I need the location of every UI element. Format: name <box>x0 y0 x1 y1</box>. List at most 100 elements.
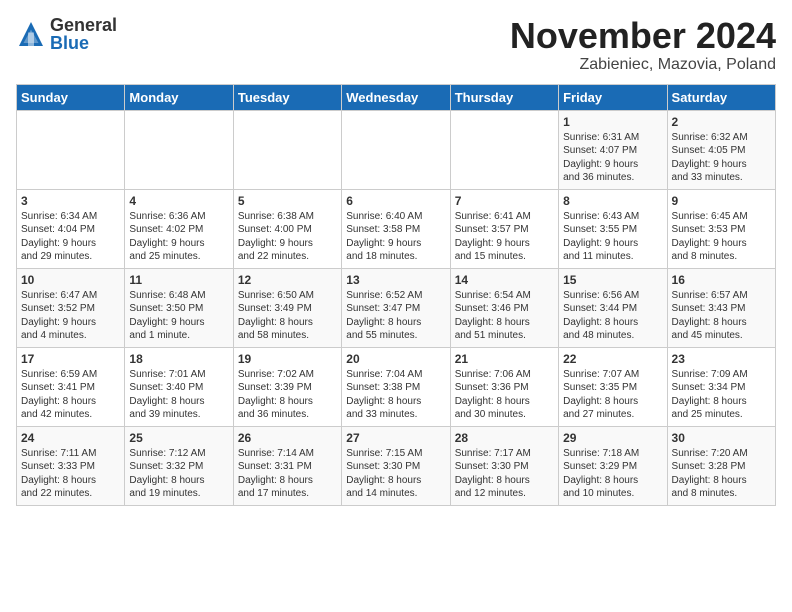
day-cell <box>342 110 450 189</box>
day-cell <box>450 110 558 189</box>
day-info: Sunrise: 7:12 AM Sunset: 3:32 PM Dayligh… <box>129 447 228 501</box>
day-number: 23 <box>672 352 771 366</box>
day-number: 13 <box>346 273 445 287</box>
day-info: Sunrise: 6:50 AM Sunset: 3:49 PM Dayligh… <box>238 289 337 343</box>
day-number: 4 <box>129 194 228 208</box>
weekday-header-thursday: Thursday <box>450 84 558 110</box>
day-info: Sunrise: 7:01 AM Sunset: 3:40 PM Dayligh… <box>129 368 228 422</box>
day-number: 11 <box>129 273 228 287</box>
week-row-2: 10 Sunrise: 6:47 AM Sunset: 3:52 PM Dayli… <box>17 268 776 347</box>
day-cell <box>233 110 341 189</box>
day-info: Sunrise: 6:57 AM Sunset: 3:43 PM Dayligh… <box>672 289 771 343</box>
day-cell: 8 Sunrise: 6:43 AM Sunset: 3:55 PM Daylig… <box>559 189 667 268</box>
day-number: 20 <box>346 352 445 366</box>
day-cell: 12 Sunrise: 6:50 AM Sunset: 3:49 PM Dayli… <box>233 268 341 347</box>
week-row-1: 3 Sunrise: 6:34 AM Sunset: 4:04 PM Daylig… <box>17 189 776 268</box>
week-row-0: 1 Sunrise: 6:31 AM Sunset: 4:07 PM Daylig… <box>17 110 776 189</box>
weekday-header-sunday: Sunday <box>17 84 125 110</box>
day-number: 19 <box>238 352 337 366</box>
day-info: Sunrise: 6:34 AM Sunset: 4:04 PM Dayligh… <box>21 210 120 264</box>
logo-general-text: General <box>50 16 117 34</box>
day-cell: 26Sunrise: 7:14 AM Sunset: 3:31 PM Dayli… <box>233 426 341 505</box>
day-info: Sunrise: 7:11 AM Sunset: 3:33 PM Dayligh… <box>21 447 120 501</box>
day-cell <box>125 110 233 189</box>
day-info: Sunrise: 7:18 AM Sunset: 3:29 PM Dayligh… <box>563 447 662 501</box>
day-number: 2 <box>672 115 771 129</box>
day-info: Sunrise: 6:43 AM Sunset: 3:55 PM Dayligh… <box>563 210 662 264</box>
day-cell <box>17 110 125 189</box>
day-number: 22 <box>563 352 662 366</box>
weekday-header-monday: Monday <box>125 84 233 110</box>
page: General Blue November 2024 Zabieniec, Ma… <box>0 0 792 514</box>
day-info: Sunrise: 7:20 AM Sunset: 3:28 PM Dayligh… <box>672 447 771 501</box>
day-info: Sunrise: 7:09 AM Sunset: 3:34 PM Dayligh… <box>672 368 771 422</box>
day-number: 17 <box>21 352 120 366</box>
weekday-header-wednesday: Wednesday <box>342 84 450 110</box>
calendar-table: SundayMondayTuesdayWednesdayThursdayFrid… <box>16 84 776 506</box>
day-number: 28 <box>455 431 554 445</box>
logo-blue-text: Blue <box>50 34 117 52</box>
day-cell: 24 Sunrise: 7:11 AM Sunset: 3:33 PM Dayli… <box>17 426 125 505</box>
day-cell: 10 Sunrise: 6:47 AM Sunset: 3:52 PM Dayli… <box>17 268 125 347</box>
day-number: 12 <box>238 273 337 287</box>
day-number: 1 <box>563 115 662 129</box>
day-info: Sunrise: 6:54 AM Sunset: 3:46 PM Dayligh… <box>455 289 554 343</box>
header: General Blue November 2024 Zabieniec, Ma… <box>16 16 776 74</box>
day-cell: 28 Sunrise: 7:17 AM Sunset: 3:30 PM Dayli… <box>450 426 558 505</box>
day-number: 15 <box>563 273 662 287</box>
day-cell: 14 Sunrise: 6:54 AM Sunset: 3:46 PM Dayli… <box>450 268 558 347</box>
day-info: Sunrise: 6:36 AM Sunset: 4:02 PM Dayligh… <box>129 210 228 264</box>
day-cell: 18Sunrise: 7:01 AM Sunset: 3:40 PM Dayli… <box>125 347 233 426</box>
day-cell: 2Sunrise: 6:32 AM Sunset: 4:05 PM Daylig… <box>667 110 775 189</box>
day-info: Sunrise: 6:38 AM Sunset: 4:00 PM Dayligh… <box>238 210 337 264</box>
logo-icon <box>16 19 46 49</box>
day-number: 24 <box>21 431 120 445</box>
day-info: Sunrise: 6:56 AM Sunset: 3:44 PM Dayligh… <box>563 289 662 343</box>
day-cell: 29Sunrise: 7:18 AM Sunset: 3:29 PM Dayli… <box>559 426 667 505</box>
weekday-header-friday: Friday <box>559 84 667 110</box>
day-info: Sunrise: 7:07 AM Sunset: 3:35 PM Dayligh… <box>563 368 662 422</box>
day-cell: 22 Sunrise: 7:07 AM Sunset: 3:35 PM Dayli… <box>559 347 667 426</box>
day-info: Sunrise: 7:04 AM Sunset: 3:38 PM Dayligh… <box>346 368 445 422</box>
day-number: 8 <box>563 194 662 208</box>
day-cell: 4 Sunrise: 6:36 AM Sunset: 4:02 PM Daylig… <box>125 189 233 268</box>
day-cell: 3 Sunrise: 6:34 AM Sunset: 4:04 PM Daylig… <box>17 189 125 268</box>
day-cell: 17 Sunrise: 6:59 AM Sunset: 3:41 PM Dayli… <box>17 347 125 426</box>
day-number: 10 <box>21 273 120 287</box>
day-number: 3 <box>21 194 120 208</box>
day-cell: 30Sunrise: 7:20 AM Sunset: 3:28 PM Dayli… <box>667 426 775 505</box>
day-number: 6 <box>346 194 445 208</box>
day-info: Sunrise: 6:45 AM Sunset: 3:53 PM Dayligh… <box>672 210 771 264</box>
month-title: November 2024 <box>510 16 776 56</box>
day-info: Sunrise: 7:17 AM Sunset: 3:30 PM Dayligh… <box>455 447 554 501</box>
day-cell: 20 Sunrise: 7:04 AM Sunset: 3:38 PM Dayli… <box>342 347 450 426</box>
week-row-3: 17 Sunrise: 6:59 AM Sunset: 3:41 PM Dayli… <box>17 347 776 426</box>
day-info: Sunrise: 7:06 AM Sunset: 3:36 PM Dayligh… <box>455 368 554 422</box>
day-info: Sunrise: 6:41 AM Sunset: 3:57 PM Dayligh… <box>455 210 554 264</box>
day-number: 5 <box>238 194 337 208</box>
day-cell: 7 Sunrise: 6:41 AM Sunset: 3:57 PM Daylig… <box>450 189 558 268</box>
day-number: 9 <box>672 194 771 208</box>
day-info: Sunrise: 6:47 AM Sunset: 3:52 PM Dayligh… <box>21 289 120 343</box>
logo: General Blue <box>16 16 117 52</box>
day-cell: 16 Sunrise: 6:57 AM Sunset: 3:43 PM Dayli… <box>667 268 775 347</box>
day-number: 7 <box>455 194 554 208</box>
day-info: Sunrise: 6:59 AM Sunset: 3:41 PM Dayligh… <box>21 368 120 422</box>
day-number: 27 <box>346 431 445 445</box>
title-block: November 2024 Zabieniec, Mazovia, Poland <box>510 16 776 74</box>
weekday-header-saturday: Saturday <box>667 84 775 110</box>
day-cell: 1 Sunrise: 6:31 AM Sunset: 4:07 PM Daylig… <box>559 110 667 189</box>
day-info: Sunrise: 7:14 AM Sunset: 3:31 PM Dayligh… <box>238 447 337 501</box>
day-cell: 21 Sunrise: 7:06 AM Sunset: 3:36 PM Dayli… <box>450 347 558 426</box>
day-number: 14 <box>455 273 554 287</box>
day-cell: 23 Sunrise: 7:09 AM Sunset: 3:34 PM Dayli… <box>667 347 775 426</box>
day-cell: 27Sunrise: 7:15 AM Sunset: 3:30 PM Dayli… <box>342 426 450 505</box>
day-number: 25 <box>129 431 228 445</box>
day-number: 16 <box>672 273 771 287</box>
day-cell: 15 Sunrise: 6:56 AM Sunset: 3:44 PM Dayli… <box>559 268 667 347</box>
day-cell: 6Sunrise: 6:40 AM Sunset: 3:58 PM Daylig… <box>342 189 450 268</box>
day-info: Sunrise: 6:31 AM Sunset: 4:07 PM Dayligh… <box>563 131 662 185</box>
weekday-header-row: SundayMondayTuesdayWednesdayThursdayFrid… <box>17 84 776 110</box>
day-cell: 13Sunrise: 6:52 AM Sunset: 3:47 PM Dayli… <box>342 268 450 347</box>
day-number: 21 <box>455 352 554 366</box>
